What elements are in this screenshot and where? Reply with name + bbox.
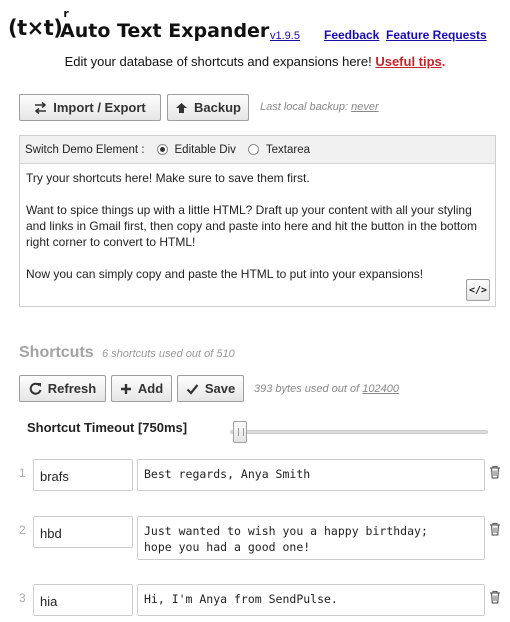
add-label: Add [137, 381, 164, 396]
expansion-input[interactable]: Just wanted to wish you a happy birthday… [137, 516, 485, 560]
shortcut-input[interactable]: hbd [33, 516, 133, 548]
shortcuts-count: 6 shortcuts used out of 510 [102, 348, 235, 360]
feedback-link[interactable]: Feedback [324, 28, 379, 42]
add-button[interactable]: Add [111, 375, 172, 402]
plus-icon [120, 383, 131, 394]
bytes-limit[interactable]: 102400 [362, 383, 399, 395]
refresh-icon [29, 382, 42, 395]
demo-paragraph: Want to spice things up with a little HT… [26, 203, 477, 249]
row-number: 3 [19, 591, 26, 605]
trash-icon[interactable] [489, 590, 501, 604]
backup-label: Backup [194, 100, 241, 115]
refresh-label: Refresh [47, 381, 97, 396]
bytes-used-note: 393 bytes used out of 102400 [254, 383, 399, 395]
upload-icon [176, 102, 188, 113]
shortcut-input[interactable]: hia [33, 584, 133, 616]
demo-panel: Switch Demo Element : Editable Div Texta… [19, 135, 496, 307]
timeout-slider-thumb[interactable] [233, 421, 247, 443]
demo-switch-label: Switch Demo Element : [25, 143, 145, 156]
shortcuts-title: Shortcuts [19, 344, 94, 361]
radio-editable-div[interactable] [156, 144, 168, 155]
swap-arrows-icon [35, 101, 47, 114]
row-number: 2 [19, 523, 26, 537]
import-export-label: Import / Export [53, 100, 146, 115]
feature-requests-link[interactable]: Feature Requests [386, 28, 487, 42]
row-number: 1 [19, 466, 26, 480]
subtitle: Edit your database of shortcuts and expa… [64, 54, 446, 69]
save-button[interactable]: Save [177, 375, 244, 402]
convert-to-html-button[interactable]: </> [466, 279, 490, 301]
header: (t×t)r Auto Text Expander v1.9.5 Feedbac… [8, 7, 502, 44]
demo-paragraph: Now you can simply copy and paste the HT… [26, 267, 424, 281]
import-export-button[interactable]: Import / Export [19, 94, 161, 121]
shortcut-input[interactable]: brafs [33, 459, 133, 491]
option-textarea[interactable]: Textarea [266, 144, 310, 156]
demo-paragraph: Try your shortcuts here! Make sure to sa… [26, 171, 310, 185]
radio-textarea[interactable] [247, 144, 259, 155]
useful-tips-link[interactable]: Useful tips [375, 54, 441, 69]
option-editable-div[interactable]: Editable Div [175, 144, 236, 156]
trash-icon[interactable] [489, 465, 501, 479]
demo-switch-bar: Switch Demo Element : Editable Div Texta… [20, 136, 495, 164]
expansion-input[interactable]: Best regards, Anya Smith [137, 459, 485, 491]
save-label: Save [204, 381, 236, 396]
shortcut-timeout-label: Shortcut Timeout [750ms] [27, 420, 188, 435]
checkmark-icon [186, 383, 199, 395]
timeout-slider-track[interactable] [230, 430, 488, 434]
refresh-button[interactable]: Refresh [19, 375, 106, 402]
version-link[interactable]: v1.9.5 [270, 30, 300, 42]
expansion-input[interactable]: Hi, I'm Anya from SendPulse. [137, 584, 485, 616]
demo-editable-area[interactable]: Try your shortcuts here! Make sure to sa… [26, 170, 492, 298]
last-backup-note: Last local backup: never [260, 101, 379, 113]
backup-button[interactable]: Backup [167, 94, 249, 121]
trash-icon[interactable] [489, 522, 501, 536]
last-backup-value[interactable]: never [351, 101, 379, 113]
app-title: Auto Text Expander [60, 20, 270, 42]
